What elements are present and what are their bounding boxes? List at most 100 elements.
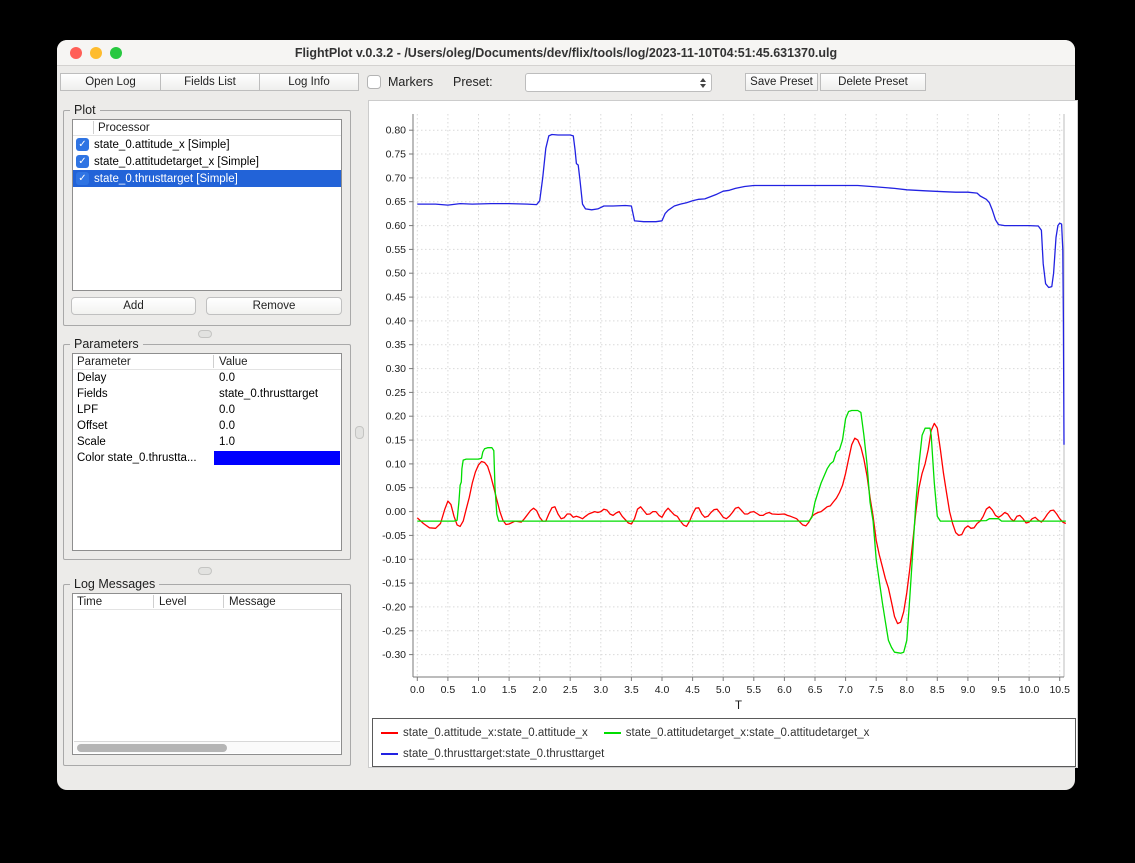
svg-text:-0.10: -0.10 bbox=[382, 554, 406, 566]
svg-text:6.5: 6.5 bbox=[808, 684, 823, 696]
svg-text:T: T bbox=[735, 700, 742, 712]
plot-groupbox-title: Plot bbox=[70, 103, 100, 117]
processor-row-label: state_0.attitudetarget_x [Simple] bbox=[94, 156, 259, 168]
title-bar[interactable]: FlightPlot v.0.3.2 - /Users/oleg/Documen… bbox=[57, 40, 1075, 66]
markers-label: Markers bbox=[388, 75, 433, 89]
preset-label: Preset: bbox=[453, 75, 493, 89]
parameter-value[interactable]: 0.0 bbox=[219, 418, 235, 434]
svg-text:6.0: 6.0 bbox=[777, 684, 792, 696]
svg-text:-0.25: -0.25 bbox=[382, 625, 406, 637]
level-column-header: Level bbox=[159, 594, 187, 610]
svg-text:1.5: 1.5 bbox=[502, 684, 517, 696]
delete-preset-button[interactable]: Delete Preset bbox=[820, 73, 926, 91]
svg-text:0.75: 0.75 bbox=[386, 149, 407, 161]
svg-text:0.50: 0.50 bbox=[386, 268, 407, 280]
svg-text:0.30: 0.30 bbox=[386, 363, 407, 375]
svg-text:3.0: 3.0 bbox=[593, 684, 608, 696]
checkbox-checked-icon[interactable]: ✓ bbox=[76, 155, 89, 168]
legend-label: state_0.thrusttarget:state_0.thrusttarge… bbox=[403, 748, 604, 760]
add-button[interactable]: Add bbox=[71, 297, 196, 315]
svg-text:0.45: 0.45 bbox=[386, 292, 407, 304]
svg-text:7.5: 7.5 bbox=[869, 684, 884, 696]
processor-row[interactable]: ✓ state_0.attitude_x [Simple] bbox=[73, 136, 341, 153]
parameter-name: Delay bbox=[77, 370, 106, 386]
legend-item: state_0.attitude_x:state_0.attitude_x bbox=[381, 727, 588, 739]
save-preset-button[interactable]: Save Preset bbox=[745, 73, 818, 91]
parameter-row[interactable]: Fields state_0.thrusttarget bbox=[73, 386, 341, 402]
processor-table[interactable]: Processor ✓ state_0.attitude_x [Simple] … bbox=[72, 119, 342, 291]
svg-text:0.70: 0.70 bbox=[386, 172, 407, 184]
parameter-column-header: Parameter bbox=[77, 354, 131, 370]
parameter-row[interactable]: Delay 0.0 bbox=[73, 370, 341, 386]
log-table-header: Time Level Message bbox=[73, 594, 341, 610]
processor-row-selected[interactable]: ✓ state_0.thrusttarget [Simple] bbox=[73, 170, 341, 187]
svg-text:0.35: 0.35 bbox=[386, 339, 407, 351]
legend-item: state_0.attitudetarget_x:state_0.attitud… bbox=[604, 727, 870, 739]
svg-text:0.0: 0.0 bbox=[410, 684, 425, 696]
svg-text:9.5: 9.5 bbox=[991, 684, 1006, 696]
svg-text:8.5: 8.5 bbox=[930, 684, 945, 696]
svg-text:0.00: 0.00 bbox=[386, 506, 407, 518]
parameter-value[interactable]: 0.0 bbox=[219, 402, 235, 418]
parameter-row-color[interactable]: Color state_0.thrustta... bbox=[73, 450, 341, 466]
preset-combobox[interactable] bbox=[525, 73, 712, 92]
svg-text:0.10: 0.10 bbox=[386, 458, 407, 470]
horizontal-scrollbar[interactable] bbox=[74, 741, 340, 753]
legend-line-green-icon bbox=[604, 732, 621, 734]
parameter-value[interactable]: 0.0 bbox=[219, 370, 235, 386]
svg-text:0.5: 0.5 bbox=[441, 684, 456, 696]
parameter-value[interactable]: 1.0 bbox=[219, 434, 235, 450]
app-window: FlightPlot v.0.3.2 - /Users/oleg/Documen… bbox=[57, 40, 1075, 790]
legend-label: state_0.attitudetarget_x:state_0.attitud… bbox=[626, 727, 870, 739]
svg-text:-0.15: -0.15 bbox=[382, 578, 406, 590]
processor-row[interactable]: ✓ state_0.attitudetarget_x [Simple] bbox=[73, 153, 341, 170]
parameters-table[interactable]: Parameter Value Delay 0.0 Fields state_0… bbox=[72, 353, 342, 551]
chart[interactable]: -0.30-0.25-0.20-0.15-0.10-0.050.000.050.… bbox=[369, 101, 1077, 718]
svg-text:0.15: 0.15 bbox=[386, 435, 407, 447]
checkbox-checked-icon[interactable]: ✓ bbox=[76, 172, 89, 185]
processor-column-header: Processor bbox=[98, 120, 150, 136]
svg-text:8.0: 8.0 bbox=[899, 684, 914, 696]
open-log-button[interactable]: Open Log bbox=[60, 73, 161, 91]
svg-text:4.0: 4.0 bbox=[655, 684, 670, 696]
log-messages-groupbox-title: Log Messages bbox=[70, 577, 159, 591]
parameter-value[interactable]: state_0.thrusttarget bbox=[219, 386, 318, 402]
legend-label: state_0.attitude_x:state_0.attitude_x bbox=[403, 727, 588, 739]
parameter-row[interactable]: Scale 1.0 bbox=[73, 434, 341, 450]
splitter-handle[interactable] bbox=[198, 567, 212, 575]
scrollbar-thumb[interactable] bbox=[77, 744, 227, 752]
fields-list-button[interactable]: Fields List bbox=[160, 73, 260, 91]
svg-text:-0.20: -0.20 bbox=[382, 601, 406, 613]
param-color-swatch[interactable] bbox=[214, 451, 340, 465]
parameters-groupbox-title: Parameters bbox=[70, 337, 143, 351]
parameter-name: Fields bbox=[77, 386, 108, 402]
markers-checkbox[interactable] bbox=[367, 75, 381, 89]
svg-text:9.0: 9.0 bbox=[961, 684, 976, 696]
svg-text:10.0: 10.0 bbox=[1019, 684, 1040, 696]
parameter-name: LPF bbox=[77, 402, 98, 418]
svg-text:0.80: 0.80 bbox=[386, 125, 407, 137]
processor-row-label: state_0.attitude_x [Simple] bbox=[94, 139, 230, 151]
legend-line-red-icon bbox=[381, 732, 398, 734]
log-info-button[interactable]: Log Info bbox=[259, 73, 359, 91]
combo-stepper-icon bbox=[699, 76, 707, 90]
parameters-groupbox: Parameters Parameter Value Delay 0.0 Fie… bbox=[63, 344, 351, 560]
checkbox-checked-icon[interactable]: ✓ bbox=[76, 138, 89, 151]
log-messages-table[interactable]: Time Level Message bbox=[72, 593, 342, 755]
svg-text:0.05: 0.05 bbox=[386, 482, 407, 494]
window-title: FlightPlot v.0.3.2 - /Users/oleg/Documen… bbox=[57, 40, 1075, 66]
splitter-handle[interactable] bbox=[198, 330, 212, 338]
svg-text:2.5: 2.5 bbox=[563, 684, 578, 696]
svg-text:0.20: 0.20 bbox=[386, 411, 407, 423]
vertical-splitter-handle[interactable] bbox=[355, 426, 364, 439]
parameter-row[interactable]: LPF 0.0 bbox=[73, 402, 341, 418]
time-column-header: Time bbox=[77, 594, 102, 610]
svg-text:1.0: 1.0 bbox=[471, 684, 486, 696]
svg-text:7.0: 7.0 bbox=[838, 684, 853, 696]
svg-text:2.0: 2.0 bbox=[532, 684, 547, 696]
svg-text:-0.30: -0.30 bbox=[382, 649, 406, 661]
remove-button[interactable]: Remove bbox=[206, 297, 342, 315]
processor-table-header: Processor bbox=[73, 120, 341, 136]
svg-text:5.5: 5.5 bbox=[746, 684, 761, 696]
parameter-row[interactable]: Offset 0.0 bbox=[73, 418, 341, 434]
